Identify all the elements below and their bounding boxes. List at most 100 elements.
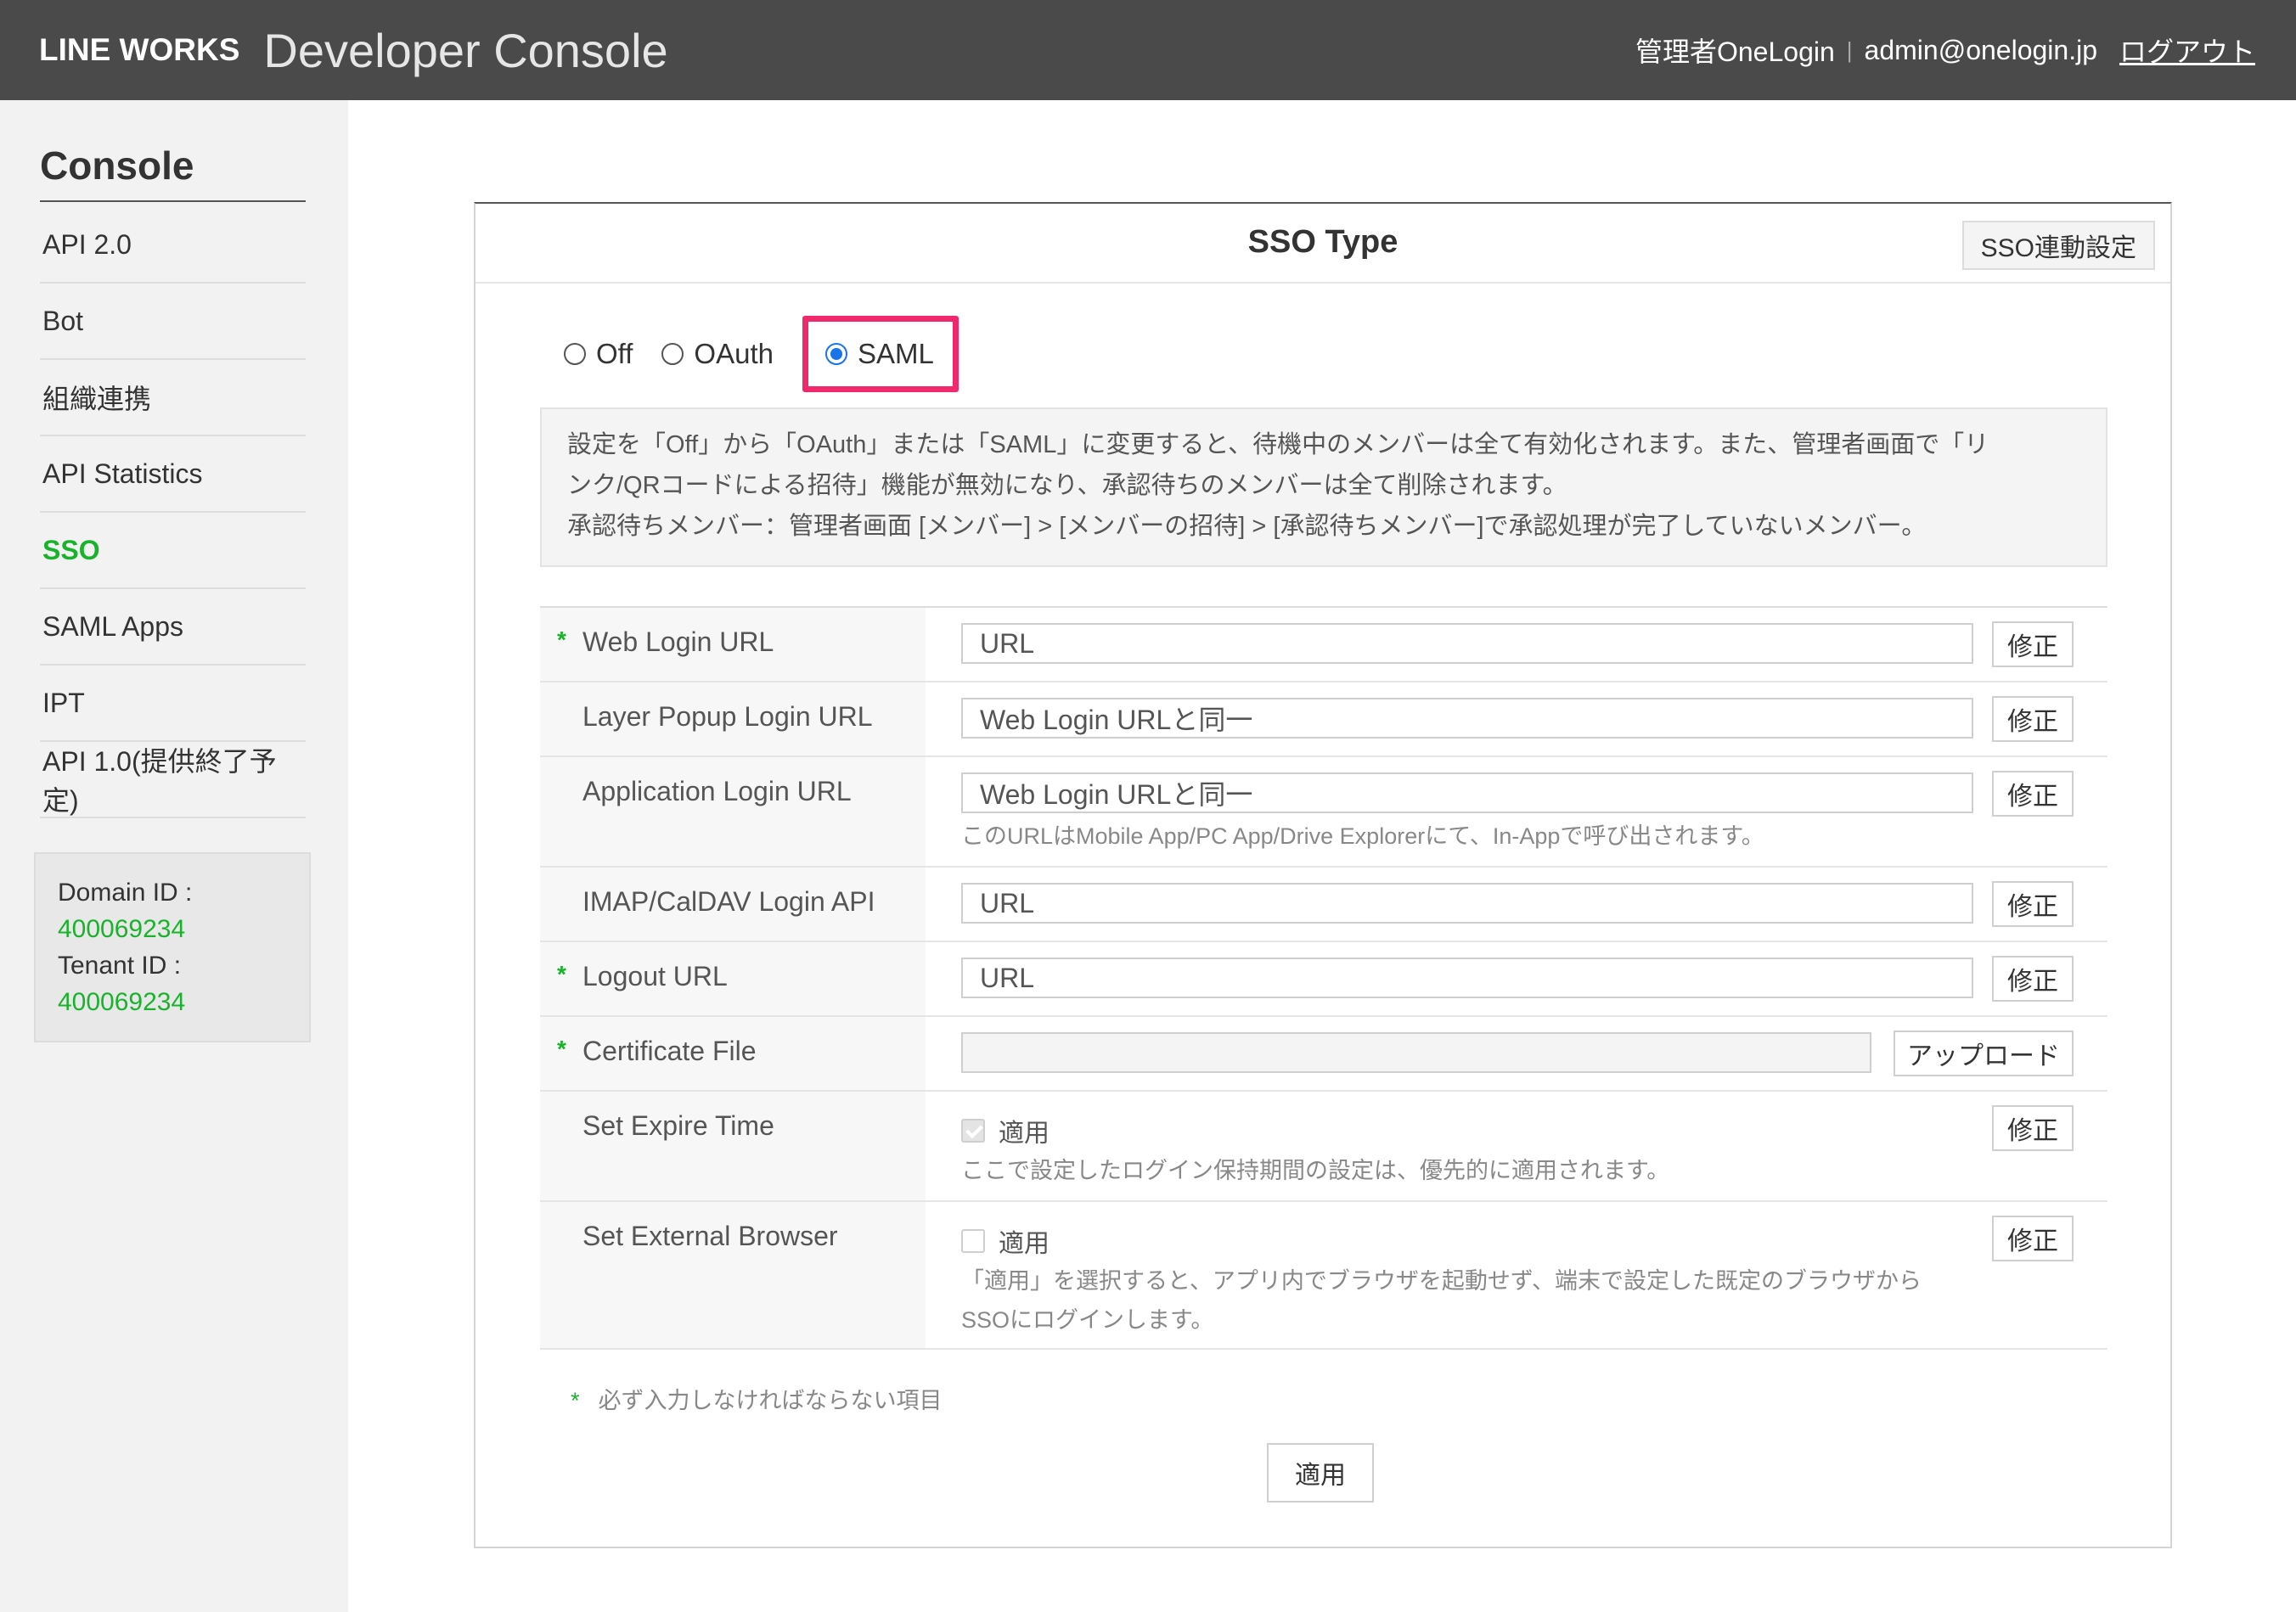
radio-saml-label: SAML bbox=[857, 338, 934, 369]
imap-caldav-login-api-input[interactable]: URL bbox=[961, 883, 1973, 924]
required-mark: * bbox=[557, 626, 566, 653]
set-expire-time-help: ここで設定したログイン保持期間の設定は、優先的に適用されます。 bbox=[961, 1158, 1670, 1183]
imap-caldav-login-api-edit-button[interactable]: 修正 bbox=[1992, 881, 2074, 927]
set-external-browser-row: Set External Browser 適用 修正 「適用」を選択すると、アプ… bbox=[540, 1202, 2107, 1350]
web-login-url-edit-button[interactable]: 修正 bbox=[1992, 621, 2074, 667]
label-cell: IMAP/CalDAV Login API bbox=[540, 868, 926, 941]
user-email: admin@onelogin.jp bbox=[1864, 34, 2097, 65]
set-external-browser-label: Set External Browser bbox=[582, 1221, 838, 1251]
sidebar-item-sso[interactable]: SSO bbox=[40, 513, 306, 589]
external-browser-apply-checkbox-wrap[interactable]: 適用 bbox=[961, 1222, 1050, 1260]
imap-caldav-login-api-row: IMAP/CalDAV Login API URL 修正 bbox=[540, 868, 2107, 942]
set-expire-time-edit-button[interactable]: 修正 bbox=[1992, 1105, 2074, 1151]
sidebar-item-api-statistics[interactable]: API Statistics bbox=[40, 436, 306, 513]
application-login-url-help: このURLはMobile App/PC App/Drive Explorerにて… bbox=[961, 823, 1764, 849]
sidebar-title: Console bbox=[40, 143, 306, 202]
radio-saml[interactable]: SAML bbox=[802, 316, 959, 392]
set-expire-time-label: Set Expire Time bbox=[582, 1110, 774, 1141]
set-external-browser-help: 「適用」を選択すると、アプリ内でブラウザを起動せず、端末で設定した既定のブラウザ… bbox=[961, 1261, 1922, 1340]
sso-type-radio-group: Off OAuth SAML bbox=[564, 316, 988, 392]
label-cell: Set Expire Time bbox=[540, 1092, 926, 1200]
application-login-url-input[interactable]: Web Login URLと同一 bbox=[961, 772, 1973, 813]
notice-line: 設定を「Off」から「OAuth」または「SAML」に変更すると、待機中のメンバ… bbox=[567, 431, 1989, 458]
application-login-url-label: Application Login URL bbox=[582, 776, 852, 806]
notice-line: 承認待ちメンバー：管理者画面 [メンバー] > [メンバーの招待] > [承認待… bbox=[567, 513, 1927, 540]
logout-url-label: Logout URL bbox=[582, 961, 728, 991]
application-login-url-edit-button[interactable]: 修正 bbox=[1992, 771, 2074, 817]
certificate-upload-button[interactable]: アップロード bbox=[1894, 1031, 2074, 1076]
radio-saml-circle[interactable] bbox=[824, 343, 847, 365]
layer-popup-login-url-input[interactable]: Web Login URLと同一 bbox=[961, 698, 1973, 739]
radio-off[interactable]: Off bbox=[564, 321, 633, 387]
sidebar: Console API 2.0 Bot 組織連携 API Statistics … bbox=[0, 100, 348, 1612]
expire-apply-checkbox[interactable] bbox=[961, 1119, 985, 1143]
web-login-url-input[interactable]: URL bbox=[961, 623, 1973, 664]
sidebar-item-api-2-0[interactable]: API 2.0 bbox=[40, 207, 306, 284]
label-cell: Layer Popup Login URL bbox=[540, 682, 926, 755]
external-browser-apply-label: 適用 bbox=[999, 1230, 1050, 1258]
set-external-browser-edit-button[interactable]: 修正 bbox=[1992, 1216, 2074, 1261]
domain-id-label: Domain ID : bbox=[58, 879, 193, 907]
domain-id-value: 400069234 bbox=[58, 915, 186, 943]
panel-header: SSO Type SSO連動設定 bbox=[476, 204, 2170, 284]
required-note: * 必ず入力しなければならない項目 bbox=[571, 1382, 943, 1415]
sso-panel: SSO Type SSO連動設定 Off OAuth SAML 設定を「Off」… bbox=[474, 202, 2172, 1548]
line-works-logo[interactable]: LINE WORKS bbox=[39, 32, 239, 68]
label-cell: Application Login URL bbox=[540, 757, 926, 866]
radio-oauth-circle[interactable] bbox=[661, 343, 684, 365]
notice-box: 設定を「Off」から「OAuth」または「SAML」に変更すると、待機中のメンバ… bbox=[540, 407, 2107, 567]
logout-url-edit-button[interactable]: 修正 bbox=[1992, 956, 2074, 1002]
help-line: SSOにログインします。 bbox=[961, 1307, 1214, 1333]
required-mark: * bbox=[557, 1036, 566, 1062]
expire-apply-checkbox-wrap[interactable]: 適用 bbox=[961, 1112, 1050, 1149]
certificate-file-row: * Certificate File アップロード bbox=[540, 1017, 2107, 1092]
brand: LINE WORKS Developer Console bbox=[39, 0, 668, 100]
logout-url-row: * Logout URL URL 修正 bbox=[540, 942, 2107, 1017]
sidebar-item-bot[interactable]: Bot bbox=[40, 284, 306, 360]
label-cell: Set External Browser bbox=[540, 1202, 926, 1348]
required-mark: * bbox=[557, 961, 566, 987]
web-login-url-row: * Web Login URL URL 修正 bbox=[540, 608, 2107, 682]
sidebar-item-ipt[interactable]: IPT bbox=[40, 666, 306, 742]
label-cell: * Web Login URL bbox=[540, 608, 926, 681]
expire-apply-label: 適用 bbox=[999, 1120, 1050, 1148]
label-cell: * Certificate File bbox=[540, 1017, 926, 1090]
layer-popup-login-url-label: Layer Popup Login URL bbox=[582, 701, 873, 732]
top-bar: LINE WORKS Developer Console 管理者OneLogin… bbox=[0, 0, 2296, 100]
web-login-url-label: Web Login URL bbox=[582, 626, 774, 657]
logout-url-input[interactable]: URL bbox=[961, 958, 1973, 998]
sidebar-item-org-sync[interactable]: 組織連携 bbox=[40, 360, 306, 436]
radio-off-circle[interactable] bbox=[564, 343, 586, 365]
label-cell: * Logout URL bbox=[540, 942, 926, 1015]
sidebar-item-api-1-0[interactable]: API 1.0(提供終了予定) bbox=[40, 742, 306, 818]
required-note-star: * bbox=[571, 1388, 580, 1413]
layer-popup-login-url-edit-button[interactable]: 修正 bbox=[1992, 696, 2074, 742]
notice-line: ンク/QRコードによる招待」機能が無効になり、承認待ちのメンバーは全て削除されま… bbox=[567, 472, 1567, 499]
application-login-url-row: Application Login URL Web Login URLと同一 修… bbox=[540, 757, 2107, 868]
certificate-file-input[interactable] bbox=[961, 1032, 1871, 1073]
user-name: 管理者OneLogin bbox=[1635, 37, 1835, 67]
help-line: 「適用」を選択すると、アプリ内でブラウザを起動せず、端末で設定した既定のブラウザ… bbox=[961, 1268, 1922, 1294]
apply-button[interactable]: 適用 bbox=[1267, 1443, 1374, 1502]
sso-settings-form: * Web Login URL URL 修正 Layer Popup Login… bbox=[540, 606, 2107, 1350]
tenant-id-label: Tenant ID : bbox=[58, 952, 182, 980]
separator: | bbox=[1846, 37, 1853, 63]
layer-popup-login-url-row: Layer Popup Login URL Web Login URLと同一 修… bbox=[540, 682, 2107, 757]
account-area: 管理者OneLogin | admin@onelogin.jp ログアウト bbox=[1635, 0, 2255, 100]
sidebar-nav: API 2.0 Bot 組織連携 API Statistics SSO SAML… bbox=[40, 207, 306, 818]
app-title: Developer Console bbox=[263, 23, 668, 77]
sidebar-item-saml-apps[interactable]: SAML Apps bbox=[40, 589, 306, 666]
radio-off-label: Off bbox=[596, 338, 633, 369]
radio-oauth[interactable]: OAuth bbox=[661, 321, 774, 387]
radio-oauth-label: OAuth bbox=[694, 338, 774, 369]
set-expire-time-row: Set Expire Time 適用 修正 ここで設定したログイン保持期間の設定… bbox=[540, 1092, 2107, 1202]
certificate-file-label: Certificate File bbox=[582, 1036, 757, 1066]
required-note-text: 必ず入力しなければならない項目 bbox=[598, 1388, 943, 1413]
tenant-id-value: 400069234 bbox=[58, 988, 186, 1016]
logout-link[interactable]: ログアウト bbox=[2119, 31, 2255, 70]
sso-link-settings-button[interactable]: SSO連動設定 bbox=[1961, 221, 2155, 270]
panel-title: SSO Type bbox=[1247, 224, 1398, 260]
imap-caldav-login-api-label: IMAP/CalDAV Login API bbox=[582, 886, 875, 917]
external-browser-apply-checkbox[interactable] bbox=[961, 1229, 985, 1253]
domain-info-box: Domain ID : 400069234 Tenant ID : 400069… bbox=[34, 852, 311, 1042]
